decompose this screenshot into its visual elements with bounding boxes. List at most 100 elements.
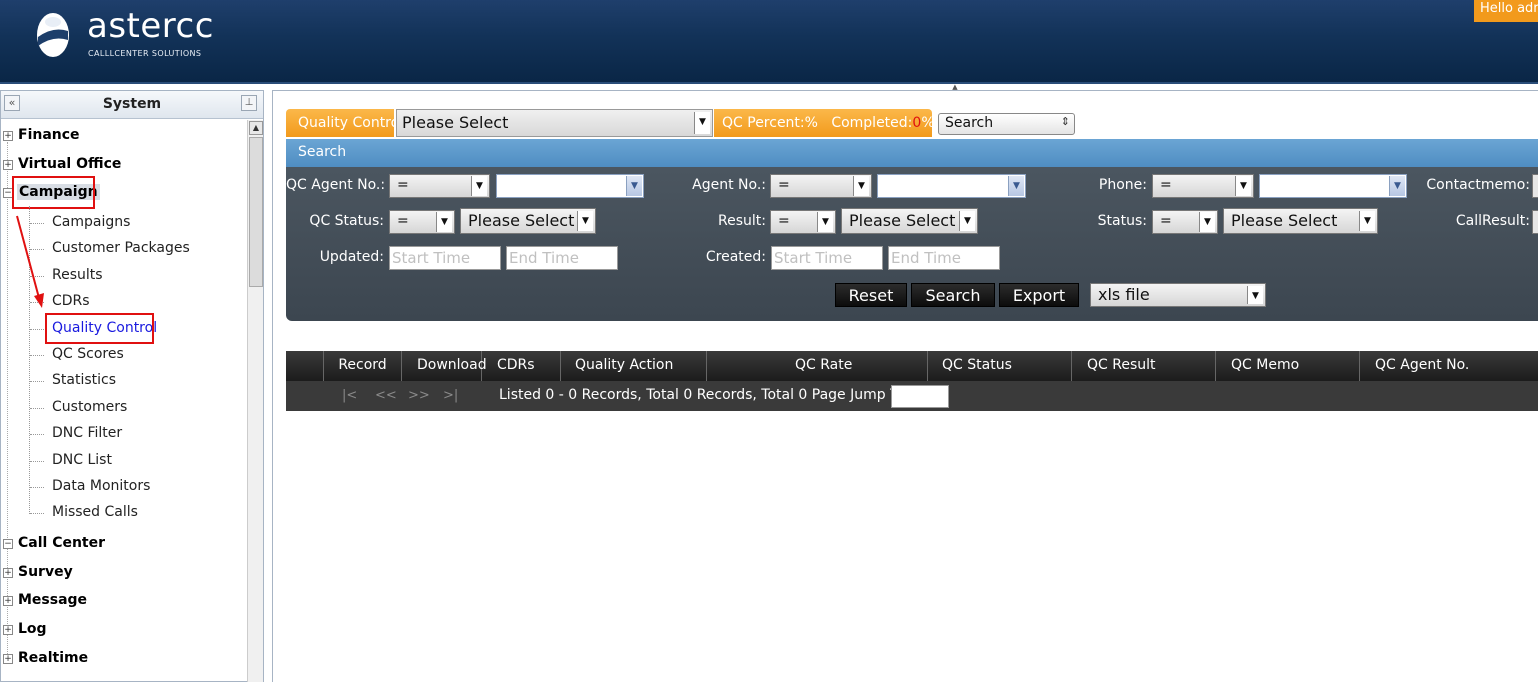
chevron-down-icon[interactable]: ▼ [817,212,833,232]
callresult-operator[interactable] [1532,210,1538,234]
contactmemo-operator[interactable] [1532,174,1538,198]
tree-connector [30,461,44,462]
status-operator[interactable]: = ▼ [1152,210,1218,234]
chevron-down-icon[interactable]: ▼ [1008,176,1024,196]
tree-connector [30,513,44,514]
column-qc-status[interactable]: QC Status [928,351,1072,381]
prev-page-button[interactable]: << [375,388,397,403]
chevron-down-icon[interactable]: ▼ [577,211,593,231]
search-button[interactable]: Search [911,283,995,307]
tree-connector [30,355,44,356]
reset-button[interactable]: Reset [835,283,907,307]
chevron-down-icon[interactable]: ▼ [853,176,869,196]
contactmemo-label: Contactmemo: [1426,177,1530,193]
agent-no-operator[interactable]: = ▼ [770,174,872,198]
collapse-icon[interactable]: − [3,539,13,549]
sidebar-item-dnc-filter[interactable]: DNC Filter [52,425,122,441]
sidebar-item-qc-scores[interactable]: QC Scores [52,346,124,362]
column-qc-result[interactable]: QC Result [1072,351,1216,381]
tab-quality-control[interactable]: Quality Control [286,109,403,137]
export-button[interactable]: Export [999,283,1079,307]
sidebar-scrollbar[interactable]: ▲ [247,120,263,682]
tree-connector [30,329,44,330]
created-end-time-input[interactable]: End Time [888,246,1000,270]
chevron-down-icon[interactable]: ▼ [1247,286,1263,304]
column-cdrs[interactable]: CDRs [482,351,561,381]
qc-agent-no-field[interactable]: ▼ [496,174,644,198]
callresult-label: CallResult: [1455,213,1530,229]
updated-label: Updated: [319,249,384,265]
sidebar-item-dnc-list[interactable]: DNC List [52,452,112,468]
result-operator[interactable]: = ▼ [770,210,836,234]
agent-no-label: Agent No.: [692,177,766,193]
chevron-down-icon[interactable]: ▼ [694,112,710,134]
chevron-down-icon[interactable]: ▼ [1359,211,1375,231]
pagination-bar: |< << >> >| Listed 0 - 0 Records, Total … [286,381,1538,411]
expand-icon[interactable]: + [3,625,13,635]
operator-value: = [1160,213,1172,229]
first-page-button[interactable]: |< [342,388,357,403]
mode-select[interactable]: Search ⇕ [938,113,1075,135]
column-select[interactable] [286,351,324,381]
tree-connector [30,381,44,382]
sidebar-item-customers[interactable]: Customers [52,399,127,415]
jump-to-page-input[interactable] [891,385,949,408]
sidebar-group-message[interactable]: Message [18,592,87,608]
sidebar-group-realtime[interactable]: Realtime [18,650,88,666]
scroll-up-icon[interactable]: ▲ [249,121,263,135]
campaign-select[interactable]: Please Select ▼ [396,109,713,137]
sidebar-item-campaigns[interactable]: Campaigns [52,214,130,230]
sidebar-item-customer-packages[interactable]: Customer Packages [52,240,190,256]
result-select[interactable]: Please Select ▼ [841,208,978,234]
column-download[interactable]: Download [402,351,487,381]
sidebar-group-log[interactable]: Log [18,621,47,637]
column-record[interactable]: Record [324,351,402,381]
user-greeting[interactable]: Hello adr [1474,0,1538,22]
updated-end-time-input[interactable]: End Time [506,246,618,270]
expand-icon[interactable]: + [3,596,13,606]
column-qc-memo[interactable]: QC Memo [1216,351,1360,381]
qc-status-operator[interactable]: = ▼ [389,210,455,234]
updown-icon: ⇕ [1060,115,1070,128]
phone-field[interactable]: ▼ [1259,174,1407,198]
status-select[interactable]: Please Select ▼ [1223,208,1378,234]
operator-value: = [778,177,790,193]
qc-status-select[interactable]: Please Select ▼ [460,208,596,234]
sidebar-item-statistics[interactable]: Statistics [52,372,116,388]
sidebar-item-missed-calls[interactable]: Missed Calls [52,504,138,520]
agent-no-field[interactable]: ▼ [877,174,1026,198]
column-qc-rate[interactable]: QC Rate [707,351,928,381]
phone-operator[interactable]: = ▼ [1152,174,1254,198]
last-page-button[interactable]: >| [443,388,458,403]
expand-icon[interactable]: + [3,654,13,664]
qc-agent-no-operator[interactable]: = ▼ [389,174,490,198]
status-select-value: Please Select [1231,211,1338,230]
updated-start-time-input[interactable]: Start Time [389,246,501,270]
search-panel-title[interactable]: Search [286,139,1538,167]
chevron-down-icon[interactable]: ▼ [1235,176,1251,196]
next-page-button[interactable]: >> [408,388,430,403]
sidebar-item-data-monitors[interactable]: Data Monitors [52,478,150,494]
completed-value: 0 [912,115,922,131]
chevron-down-icon[interactable]: ▼ [626,176,642,196]
chevron-down-icon[interactable]: ▼ [471,176,487,196]
pagination-summary: Listed 0 - 0 Records, Total 0 Records, T… [499,387,905,403]
sidebar-group-survey[interactable]: Survey [18,564,73,580]
chevron-down-icon[interactable]: ▼ [1199,212,1215,232]
sidebar-group-call-center[interactable]: Call Center [18,535,105,551]
created-start-time-input[interactable]: Start Time [771,246,883,270]
expand-icon[interactable]: + [3,568,13,578]
operator-value: = [397,213,409,229]
column-qc-agent-no[interactable]: QC Agent No. [1360,351,1538,381]
export-format-select[interactable]: xls file ▼ [1090,283,1266,307]
chevron-down-icon[interactable]: ▼ [959,211,975,231]
mode-select-value: Search [945,115,994,131]
chevron-down-icon[interactable]: ▼ [1389,176,1405,196]
pin-icon[interactable]: ⊥ [241,95,257,111]
results-table-header: Record Download CDRs Quality Action QC R… [286,351,1538,381]
column-quality-action[interactable]: Quality Action [561,351,707,381]
chevron-down-icon[interactable]: ▼ [436,212,452,232]
qc-stats-bar: QC Percent:% Completed:0% [714,109,935,137]
scrollbar-thumb[interactable] [249,137,263,287]
qc-agent-no-label: QC Agent No.: [286,177,386,193]
